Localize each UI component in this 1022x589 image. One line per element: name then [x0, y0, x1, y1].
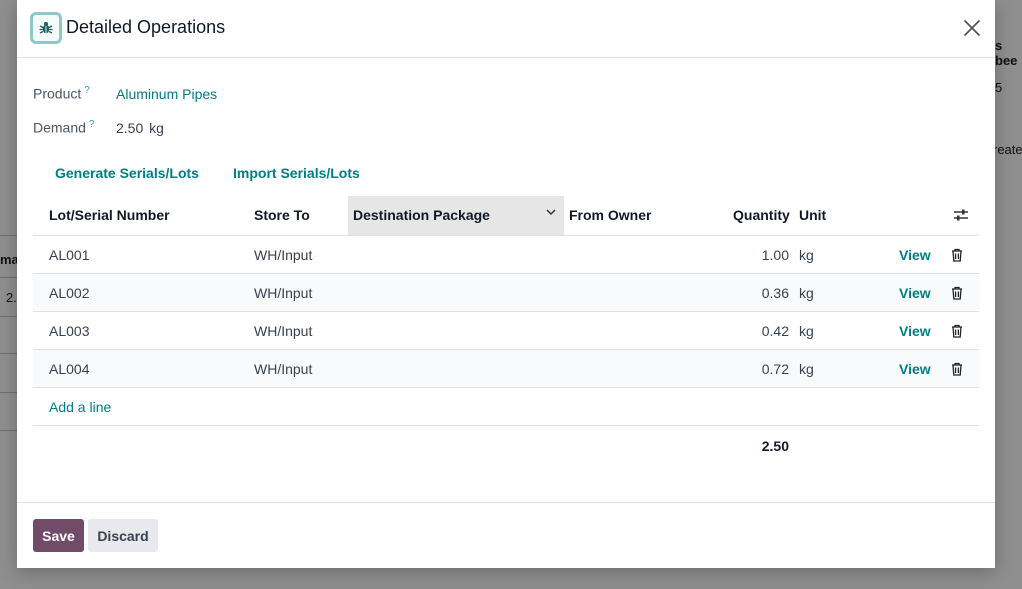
trash-icon[interactable]: [951, 362, 963, 379]
column-header-store-to[interactable]: Store To: [254, 207, 310, 223]
cell-unit: kg: [799, 361, 814, 377]
generate-serials-button[interactable]: Generate Serials/Lots: [55, 165, 199, 181]
trash-icon[interactable]: [951, 286, 963, 303]
total-quantity: 2.50: [761, 438, 789, 454]
column-header-quantity[interactable]: Quantity: [733, 207, 790, 223]
demand-unit: kg: [149, 120, 164, 136]
cell-lot: AL002: [49, 285, 90, 301]
chevron-down-icon[interactable]: [545, 205, 557, 221]
trash-icon[interactable]: [951, 324, 963, 341]
dialog-title: Detailed Operations: [66, 17, 226, 37]
table-row[interactable]: AL004 WH/Input 0.72 kg View: [33, 350, 979, 388]
cell-quantity: 0.42: [761, 323, 789, 339]
cell-quantity: 0.72: [761, 361, 789, 377]
add-line-row: Add a line: [33, 388, 979, 426]
view-button[interactable]: View: [899, 285, 931, 301]
background-text: reate: [993, 142, 1022, 157]
help-tooltip-icon[interactable]: ?: [89, 119, 95, 130]
cell-quantity: 0.36: [761, 285, 789, 301]
cell-unit: kg: [799, 323, 814, 339]
dialog-footer: Save Discard: [17, 502, 995, 569]
save-button[interactable]: Save: [33, 519, 84, 552]
demand-value: 2.50 kg: [116, 120, 164, 136]
cell-quantity: 1.00: [761, 247, 789, 263]
detailed-operations-dialog: Detailed Operations Product? Aluminum Pi…: [17, 0, 995, 568]
background-text: 5: [995, 80, 1003, 95]
demand-label-text: Demand: [33, 119, 86, 136]
import-serials-button[interactable]: Import Serials/Lots: [233, 165, 360, 181]
add-line-link[interactable]: Add a line: [49, 399, 111, 415]
column-header-from-owner[interactable]: From Owner: [569, 207, 651, 223]
table-row[interactable]: AL002 WH/Input 0.36 kg View: [33, 274, 979, 312]
demand-quantity: 2.50: [116, 120, 144, 136]
cell-store-to: WH/Input: [254, 285, 313, 301]
product-label-text: Product: [33, 85, 82, 102]
column-header-unit[interactable]: Unit: [799, 207, 826, 223]
cell-unit: kg: [799, 247, 814, 263]
discard-button[interactable]: Discard: [88, 519, 158, 552]
cell-store-to: WH/Input: [254, 247, 313, 263]
table-row[interactable]: AL003 WH/Input 0.42 kg View: [33, 312, 979, 350]
dialog-header: Detailed Operations: [17, 0, 995, 58]
sliders-icon[interactable]: [953, 208, 969, 225]
view-button[interactable]: View: [899, 323, 931, 339]
background-text: 2.: [6, 290, 17, 305]
product-value-link[interactable]: Aluminum Pipes: [116, 86, 217, 102]
cell-lot: AL004: [49, 361, 90, 377]
background-text: mar: [0, 252, 17, 267]
demand-label: Demand?: [33, 119, 94, 136]
background-text: s bee: [995, 38, 1018, 68]
column-header-lot[interactable]: Lot/Serial Number: [49, 207, 170, 223]
trash-icon[interactable]: [951, 248, 963, 265]
move-lines-table: Lot/Serial Number Store To Destination P…: [33, 196, 979, 465]
bug-icon: [30, 12, 62, 44]
cell-lot: AL003: [49, 323, 90, 339]
help-tooltip-icon[interactable]: ?: [84, 85, 90, 96]
view-button[interactable]: View: [899, 247, 931, 263]
table-header: Lot/Serial Number Store To Destination P…: [33, 196, 979, 236]
column-header-destination-package[interactable]: Destination Package: [353, 207, 490, 223]
cell-lot: AL001: [49, 247, 90, 263]
view-button[interactable]: View: [899, 361, 931, 377]
cell-unit: kg: [799, 285, 814, 301]
cell-store-to: WH/Input: [254, 361, 313, 377]
product-label: Product?: [33, 85, 90, 102]
table-row[interactable]: AL001 WH/Input 1.00 kg View: [33, 236, 979, 274]
totals-row: 2.50: [33, 426, 979, 465]
close-icon[interactable]: [961, 17, 983, 39]
cell-store-to: WH/Input: [254, 323, 313, 339]
